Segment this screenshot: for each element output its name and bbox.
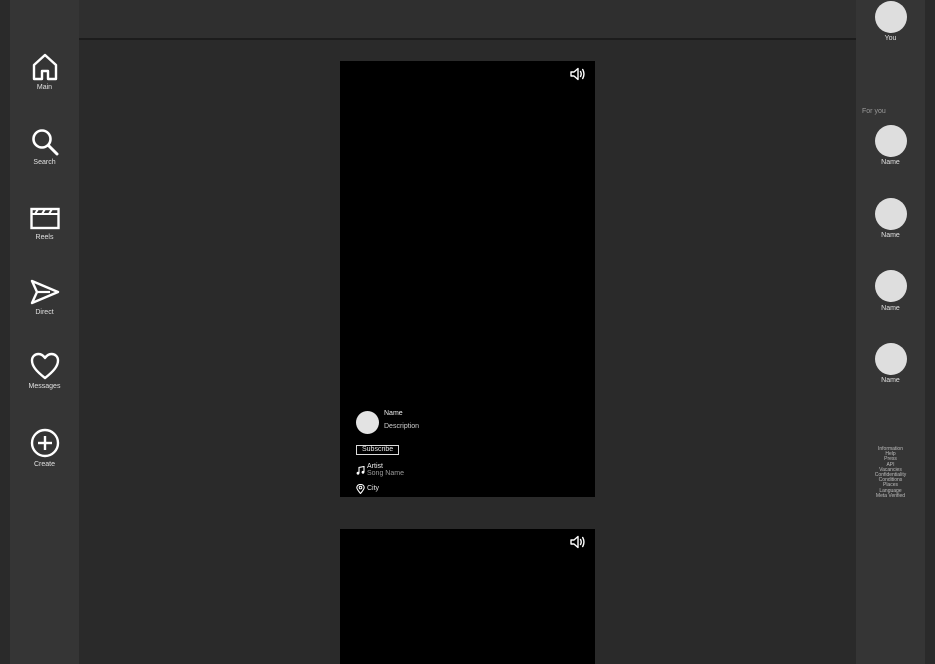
sidebar-item-label: Reels [35,234,54,241]
sidebar-item-label: Main [36,84,53,91]
heart-icon [30,352,59,380]
reel-author-name[interactable]: Name [384,410,403,417]
reel-song-name[interactable]: Song Name [367,470,404,477]
suggestion-avatar[interactable] [875,198,907,230]
music-note-icon [356,466,365,475]
profile-label[interactable]: You [856,35,925,42]
reel-card[interactable] [340,529,595,664]
right-gutter [925,0,935,664]
top-bar [79,0,856,40]
reel-card[interactable]: Name Description Subscribe Artist Song N… [340,61,595,497]
send-icon [30,279,59,305]
reels-feed[interactable]: Name Description Subscribe Artist Song N… [79,40,856,664]
location-pin-icon [356,484,365,494]
subscribe-button[interactable]: Subscribe [356,445,400,455]
sidebar: Main Search Reels Direct Messages Create [10,0,79,664]
volume-icon [570,535,585,549]
sidebar-item-label: Direct [35,309,54,316]
volume-button[interactable] [570,67,586,86]
reel-artist[interactable]: Artist [367,463,383,470]
suggestion-name[interactable]: Name [856,159,925,166]
profile-avatar[interactable] [875,1,907,33]
suggestion-avatar[interactable] [875,343,907,375]
suggestion-name[interactable]: Name [856,305,925,312]
clapperboard-icon [29,207,60,230]
sidebar-item-messages[interactable]: Messages [10,352,79,390]
sidebar-item-search[interactable]: Search [10,128,79,166]
reel-description: Description [384,423,420,430]
reel-location[interactable]: City [367,485,379,492]
suggestion-name[interactable]: Name [856,232,925,239]
search-icon [31,129,58,156]
home-icon [32,53,57,81]
suggestion-avatar[interactable] [875,270,907,302]
suggestion-name[interactable]: Name [856,377,925,384]
footer-link[interactable]: Meta Verified [856,493,925,499]
avatar[interactable] [356,411,379,434]
sidebar-item-main[interactable]: Main [10,53,79,91]
sidebar-item-create[interactable]: Create [10,428,79,468]
right-sidebar: You For you Name Name Name Name Informat… [856,0,925,664]
sidebar-item-label: Messages [28,383,61,390]
footer-links: Information Help Press API Vacancies Con… [856,446,925,499]
volume-icon [570,67,585,81]
for-you-heading: For you [862,108,886,115]
sidebar-item-label: Search [33,159,56,166]
plus-circle-icon [30,428,59,458]
volume-button[interactable] [570,535,586,554]
sidebar-item-reels[interactable]: Reels [10,203,79,241]
sidebar-item-direct[interactable]: Direct [10,278,79,316]
sidebar-item-label: Create [33,461,55,468]
suggestion-avatar[interactable] [875,125,907,157]
left-gutter [0,0,10,664]
